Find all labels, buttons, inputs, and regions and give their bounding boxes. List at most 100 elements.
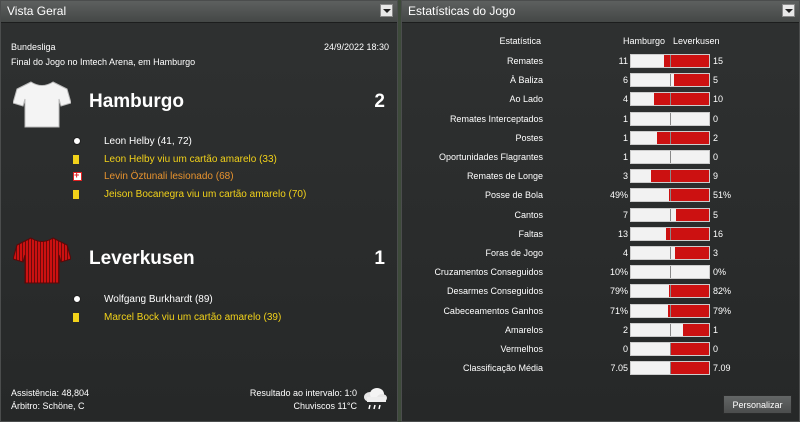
away-share-bar [670, 362, 709, 375]
bar-midline [670, 247, 671, 259]
home-score: 2 [374, 91, 385, 112]
referee-label[interactable]: Árbitro: Schöne, C [11, 401, 85, 411]
bar-midline [670, 208, 671, 221]
home-share-bar [631, 304, 668, 317]
away-share-bar [683, 323, 709, 336]
stat-comparison-bar [630, 130, 710, 145]
stat-home-value: 13 [617, 228, 628, 239]
stat-away-value: 15 [713, 56, 724, 66]
stat-row: Cantos 7 5 [402, 207, 800, 226]
overview-title: Vista Geral [7, 4, 67, 18]
home-share-bar [631, 55, 664, 67]
stat-home-value: 1 [622, 132, 628, 143]
stat-home-value: 6 [622, 75, 628, 86]
stat-comparison-bar [630, 73, 710, 88]
overview-titlebar: Vista Geral [1, 1, 397, 23]
stat-comparison-bar [630, 169, 710, 184]
stat-comparison-bar [630, 92, 710, 107]
bar-midline [670, 170, 671, 183]
home-event[interactable]: Leon Helby (41, 72) [104, 136, 192, 147]
stat-comparison-bar [630, 361, 710, 376]
bar-midline [670, 343, 671, 355]
stat-home-value: 4 [622, 248, 628, 258]
stat-home-value: 7.05 [610, 363, 628, 374]
stat-home-value: 1 [622, 113, 628, 124]
home-share-bar [631, 74, 674, 87]
stat-row: À Baliza 6 5 [402, 72, 800, 91]
stat-row: Postes 1 2 [402, 130, 800, 149]
away-score: 1 [374, 248, 385, 269]
bar-midline [670, 55, 671, 67]
stat-comparison-bar [630, 303, 710, 318]
stat-label: Vermelhos [500, 344, 543, 354]
away-share-bar [676, 208, 709, 221]
stat-label: À Baliza [509, 75, 543, 86]
overview-menu-button[interactable] [380, 4, 393, 17]
stat-label: Remates de Longe [466, 171, 543, 182]
away-share-bar [650, 170, 709, 183]
away-share-bar [669, 189, 709, 202]
bar-midline [670, 131, 671, 144]
home-event[interactable]: Jeison Bocanegra viu um cartão amarelo (… [104, 189, 306, 200]
stat-row: Faltas 13 16 [402, 226, 800, 245]
stat-comparison-bar [630, 111, 710, 126]
customize-button[interactable]: Personalizar [723, 395, 792, 414]
home-share-bar [631, 170, 651, 183]
away-team-name[interactable]: Leverkusen [89, 248, 195, 270]
home-share-bar [631, 93, 654, 106]
stat-comparison-bar [630, 265, 710, 280]
stat-label: Cabeceamentos Ganhos [443, 305, 543, 316]
stat-comparison-bar [630, 246, 710, 260]
home-team-name[interactable]: Hamburgo [89, 91, 184, 113]
venue-label: Final do Jogo no Imtech Arena, em Hambur… [11, 57, 196, 67]
stat-label: Faltas [518, 228, 543, 239]
stats-menu-button[interactable] [782, 4, 795, 17]
away-event[interactable]: Marcel Bock viu um cartão amarelo (39) [104, 312, 281, 323]
away-share-bar [667, 304, 709, 317]
competition-label: Bundesliga [11, 42, 56, 52]
stat-comparison-bar [630, 54, 710, 68]
stat-away-value: 5 [713, 75, 719, 86]
stat-home-value: 71% [609, 305, 628, 316]
stat-away-value: 1 [713, 324, 719, 335]
stat-row: Remates Interceptados 1 0 [402, 111, 800, 130]
stat-away-value: 82% [713, 286, 732, 297]
stat-comparison-bar [630, 207, 710, 222]
ball-icon [73, 295, 81, 303]
injury-icon [73, 170, 82, 181]
bar-midline [670, 266, 671, 279]
stat-label: Oportunidades Flagrantes [438, 152, 543, 162]
home-event[interactable]: Levin Öztunali lesionado (68) [104, 171, 234, 182]
stat-row: Desarmes Conseguidos 79% 82% [402, 283, 800, 302]
stat-home-value: 1 [622, 152, 628, 162]
yellow-card-icon [73, 190, 79, 199]
stat-away-value: 5 [713, 209, 719, 220]
home-share-bar [631, 285, 670, 298]
stat-away-value: 0 [713, 344, 719, 354]
stat-home-value: 49% [609, 190, 628, 201]
stat-column-header: Estatística [499, 36, 541, 46]
stat-away-value: 0% [713, 267, 727, 278]
home-column-header: Hamburgo [623, 36, 666, 46]
away-share-bar [669, 285, 709, 298]
stat-home-value: 3 [622, 171, 628, 182]
stat-away-value: 7.09 [713, 363, 731, 374]
home-event[interactable]: Leon Helby viu um cartão amarelo (33) [104, 154, 277, 165]
stat-label: Desarmes Conseguidos [446, 286, 543, 297]
bar-midline [670, 189, 671, 202]
away-share-bar [656, 131, 709, 144]
stat-label: Ao Lado [509, 94, 543, 105]
away-event[interactable]: Wolfgang Burkhardt (89) [104, 294, 213, 305]
home-share-bar [631, 227, 667, 240]
overview-panel: Vista Geral Bundesliga 24/9/2022 18:30 F… [0, 0, 398, 422]
ball-icon [73, 137, 81, 145]
stat-away-value: 10 [713, 94, 724, 105]
stat-row: Oportunidades Flagrantes 1 0 [402, 149, 800, 168]
stat-label: Remates [506, 56, 543, 66]
stat-row: Classificação Média 7.05 7.09 [402, 360, 800, 379]
stat-comparison-bar [630, 226, 710, 241]
stat-away-value: 3 [713, 248, 719, 258]
stat-comparison-bar [630, 150, 710, 164]
stat-home-value: 11 [618, 56, 628, 66]
stat-label: Posse de Bola [484, 190, 543, 201]
